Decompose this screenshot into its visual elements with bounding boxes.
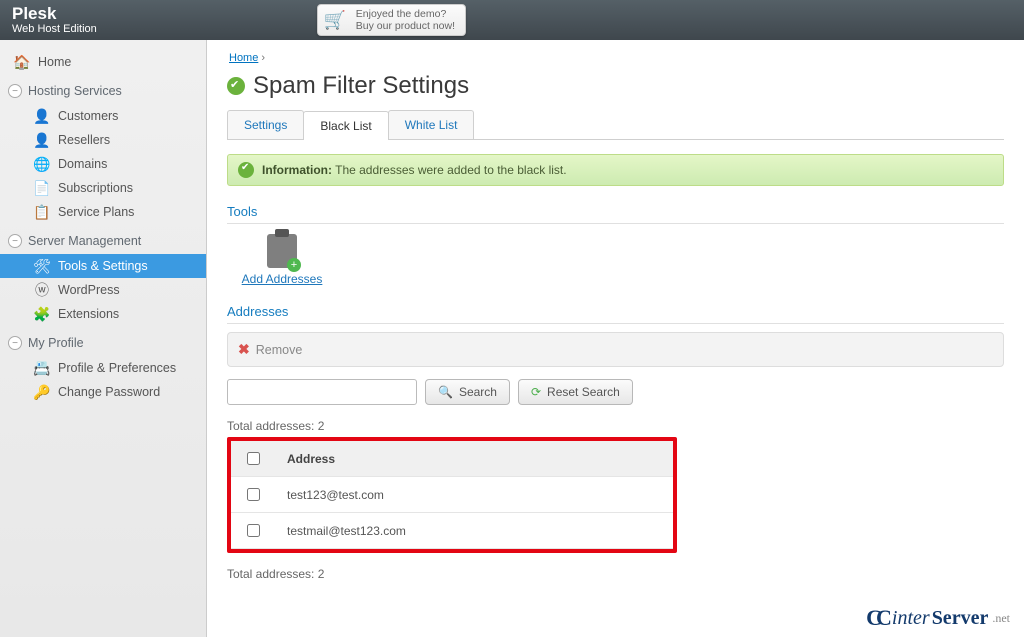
tabs: Settings Black List White List [227, 110, 1004, 140]
brand-block: Plesk Web Host Edition [12, 5, 97, 36]
breadcrumb-home-link[interactable]: Home [229, 52, 258, 64]
sidebar-item-home[interactable]: 🏠 Home [0, 50, 206, 74]
info-notice: Information: The addresses were added to… [227, 154, 1004, 186]
collapse-icon: − [8, 84, 22, 98]
sidebar-item-label: Resellers [58, 133, 110, 147]
magnifier-icon: 🔍 [438, 385, 453, 399]
promo-button[interactable]: Enjoyed the demo?Buy our product now! [317, 4, 466, 36]
home-icon: 🏠 [14, 54, 30, 70]
puzzle-icon: 🧩 [34, 306, 50, 322]
addresses-toolbar: ✖ Remove [227, 332, 1004, 367]
table-row: test123@test.com [231, 477, 673, 513]
person-icon: 👤 [34, 108, 50, 124]
brand-name: Plesk [12, 5, 97, 24]
globe-icon: 🌐 [34, 156, 50, 172]
row-checkbox[interactable] [247, 524, 260, 537]
search-button[interactable]: 🔍 Search [425, 379, 510, 405]
sidebar-item-label: Extensions [58, 307, 119, 321]
clipboard-plus-icon [267, 234, 297, 268]
tab-black-list[interactable]: Black List [303, 111, 388, 140]
sidebar-item-extensions[interactable]: 🧩 Extensions [0, 302, 206, 326]
page-title: Spam Filter Settings [227, 72, 1004, 100]
column-header-address[interactable]: Address [275, 441, 673, 477]
address-cell: test123@test.com [275, 477, 673, 513]
refresh-icon: ⟳ [531, 385, 541, 399]
sidebar-item-label: Change Password [58, 385, 160, 399]
check-circle-icon [227, 77, 245, 95]
row-checkbox[interactable] [247, 488, 260, 501]
add-addresses-link[interactable]: Add Addresses [242, 272, 323, 286]
search-input[interactable] [227, 379, 417, 405]
tools-icon: 🛠 [34, 258, 50, 274]
breadcrumb: Home › [227, 50, 1004, 72]
sidebar-item-label: Tools & Settings [58, 259, 148, 273]
section-addresses-label: Addresses [227, 304, 1004, 324]
key-icon: 🔑 [34, 384, 50, 400]
sidebar-item-label: Domains [58, 157, 107, 171]
wordpress-icon: ⓦ [34, 282, 50, 298]
select-all-checkbox[interactable] [247, 452, 260, 465]
notice-text: The addresses were added to the black li… [335, 163, 566, 177]
address-cell: testmail@test123.com [275, 513, 673, 549]
total-count-bottom: Total addresses: 2 [227, 567, 1004, 581]
clipboard-icon: 📋 [34, 204, 50, 220]
sidebar: 🏠 Home − Hosting Services 👤 Customers 👤 Re… [0, 40, 207, 637]
sidebar-item-profile-prefs[interactable]: 📇 Profile & Preferences [0, 356, 206, 380]
sidebar-group-profile[interactable]: − My Profile [0, 326, 206, 356]
top-bar: Plesk Web Host Edition Enjoyed the demo?… [0, 0, 1024, 40]
sidebar-item-label: Service Plans [58, 205, 134, 219]
sidebar-item-label: Profile & Preferences [58, 361, 176, 375]
sidebar-group-hosting[interactable]: − Hosting Services [0, 74, 206, 104]
addresses-table: Address test123@test.com testmail@test12… [231, 441, 673, 549]
remove-button[interactable]: Remove [256, 343, 303, 357]
notice-label: Information: [262, 163, 332, 177]
sidebar-item-wordpress[interactable]: ⓦ WordPress [0, 278, 206, 302]
sidebar-group-server[interactable]: − Server Management [0, 224, 206, 254]
sidebar-item-change-password[interactable]: 🔑 Change Password [0, 380, 206, 404]
person-icon: 👤 [34, 132, 50, 148]
sidebar-group-label: Server Management [28, 234, 141, 248]
x-icon: ✖ [238, 341, 250, 358]
sidebar-item-customers[interactable]: 👤 Customers [0, 104, 206, 128]
logo-mark-icon: CC [866, 605, 886, 631]
profile-icon: 📇 [34, 360, 50, 376]
cart-icon [324, 9, 348, 31]
add-addresses-tool[interactable]: Add Addresses [232, 234, 332, 286]
sidebar-item-tools-settings[interactable]: 🛠 Tools & Settings [0, 254, 206, 278]
sidebar-group-label: My Profile [28, 336, 84, 350]
addresses-table-highlight: Address test123@test.com testmail@test12… [227, 437, 677, 553]
tab-settings[interactable]: Settings [227, 110, 304, 139]
brand-edition: Web Host Edition [12, 23, 97, 35]
total-count-top: Total addresses: 2 [227, 419, 1004, 433]
promo-text: Enjoyed the demo?Buy our product now! [356, 8, 455, 32]
footer-logo: CC interServer.net [866, 605, 1010, 631]
tab-white-list[interactable]: White List [388, 110, 475, 139]
breadcrumb-sep: › [261, 52, 265, 64]
collapse-icon: − [8, 336, 22, 350]
sidebar-item-domains[interactable]: 🌐 Domains [0, 152, 206, 176]
sidebar-item-resellers[interactable]: 👤 Resellers [0, 128, 206, 152]
table-header-row: Address [231, 441, 673, 477]
sidebar-item-label: Subscriptions [58, 181, 133, 195]
sidebar-item-subscriptions[interactable]: 📄 Subscriptions [0, 176, 206, 200]
document-icon: 📄 [34, 180, 50, 196]
sidebar-item-label: WordPress [58, 283, 120, 297]
reset-search-button[interactable]: ⟳ Reset Search [518, 379, 633, 405]
sidebar-item-label: Customers [58, 109, 118, 123]
search-bar: 🔍 Search ⟳ Reset Search [227, 379, 1004, 405]
table-row: testmail@test123.com [231, 513, 673, 549]
sidebar-group-label: Hosting Services [28, 84, 122, 98]
main-content: Home › Spam Filter Settings Settings Bla… [207, 40, 1024, 637]
sidebar-item-service-plans[interactable]: 📋 Service Plans [0, 200, 206, 224]
collapse-icon: − [8, 234, 22, 248]
sidebar-item-label: Home [38, 55, 71, 69]
check-circle-icon [238, 162, 254, 178]
section-tools-label: Tools [227, 204, 1004, 224]
